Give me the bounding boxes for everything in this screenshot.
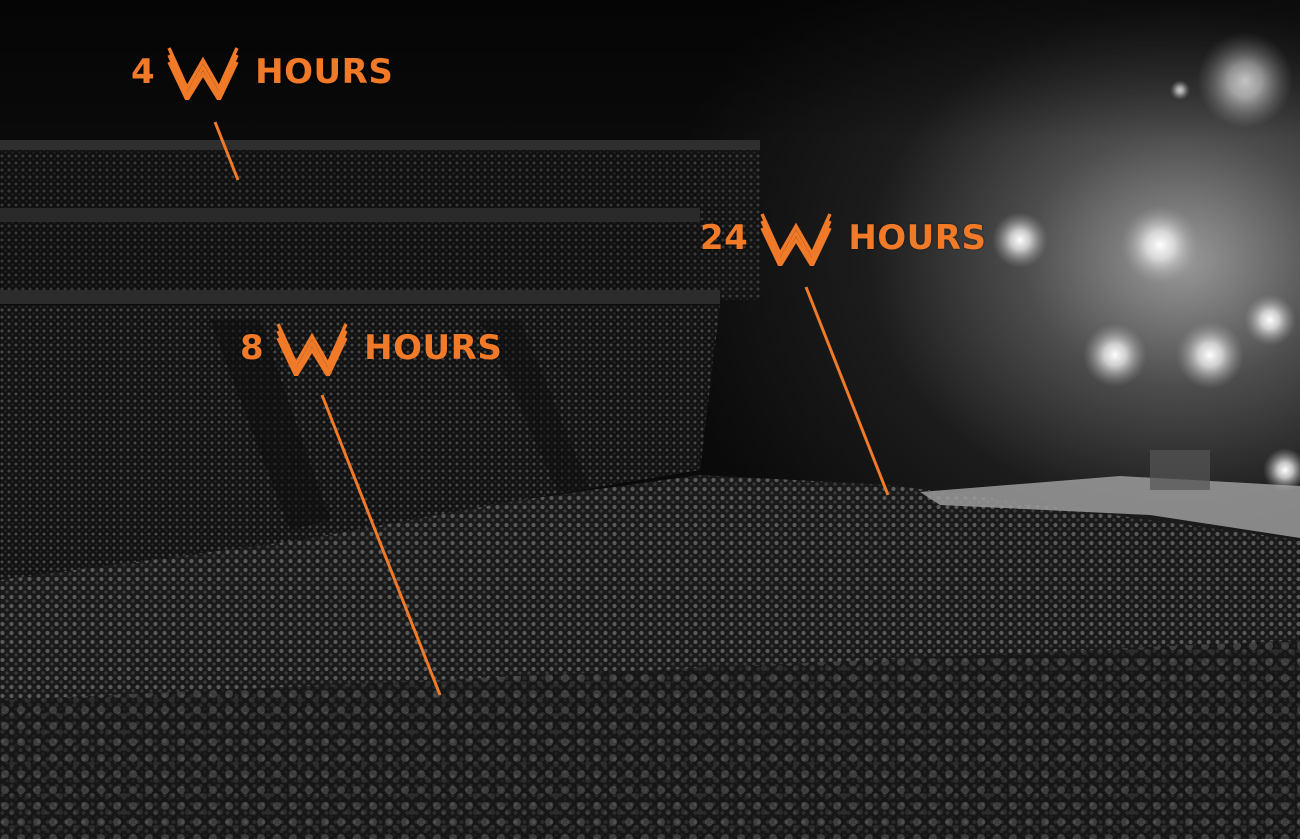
stage-light	[1120, 205, 1200, 285]
arena-crowd-backdrop	[0, 0, 1300, 839]
callout-4-hours: 4 HOURS	[131, 44, 393, 100]
stage-light	[1176, 321, 1244, 389]
concert-photo: 4 HOURS 8 HOURS 24 HOURS	[0, 0, 1300, 839]
stage-equipment	[1150, 450, 1210, 490]
stage-light	[1083, 323, 1147, 387]
callout-unit: HOURS	[364, 328, 503, 368]
whataburger-w-logo-icon	[276, 323, 348, 376]
callout-number: 4	[131, 52, 156, 92]
mid-tier-rail	[0, 208, 700, 222]
callout-unit: HOURS	[848, 218, 987, 258]
whataburger-w-logo-icon	[760, 213, 832, 266]
callout-8-hours: 8 HOURS	[240, 320, 502, 376]
lower-tier-rail	[0, 290, 720, 304]
callout-unit: HOURS	[255, 52, 394, 92]
whataburger-w-logo-icon	[167, 47, 239, 100]
callout-number: 24	[700, 218, 749, 258]
callout-number: 8	[240, 328, 265, 368]
callout-24-hours: 24 HOURS	[700, 210, 986, 266]
stage-light	[1244, 294, 1296, 346]
stage-light	[992, 212, 1048, 268]
upper-tier-rail	[0, 140, 760, 150]
